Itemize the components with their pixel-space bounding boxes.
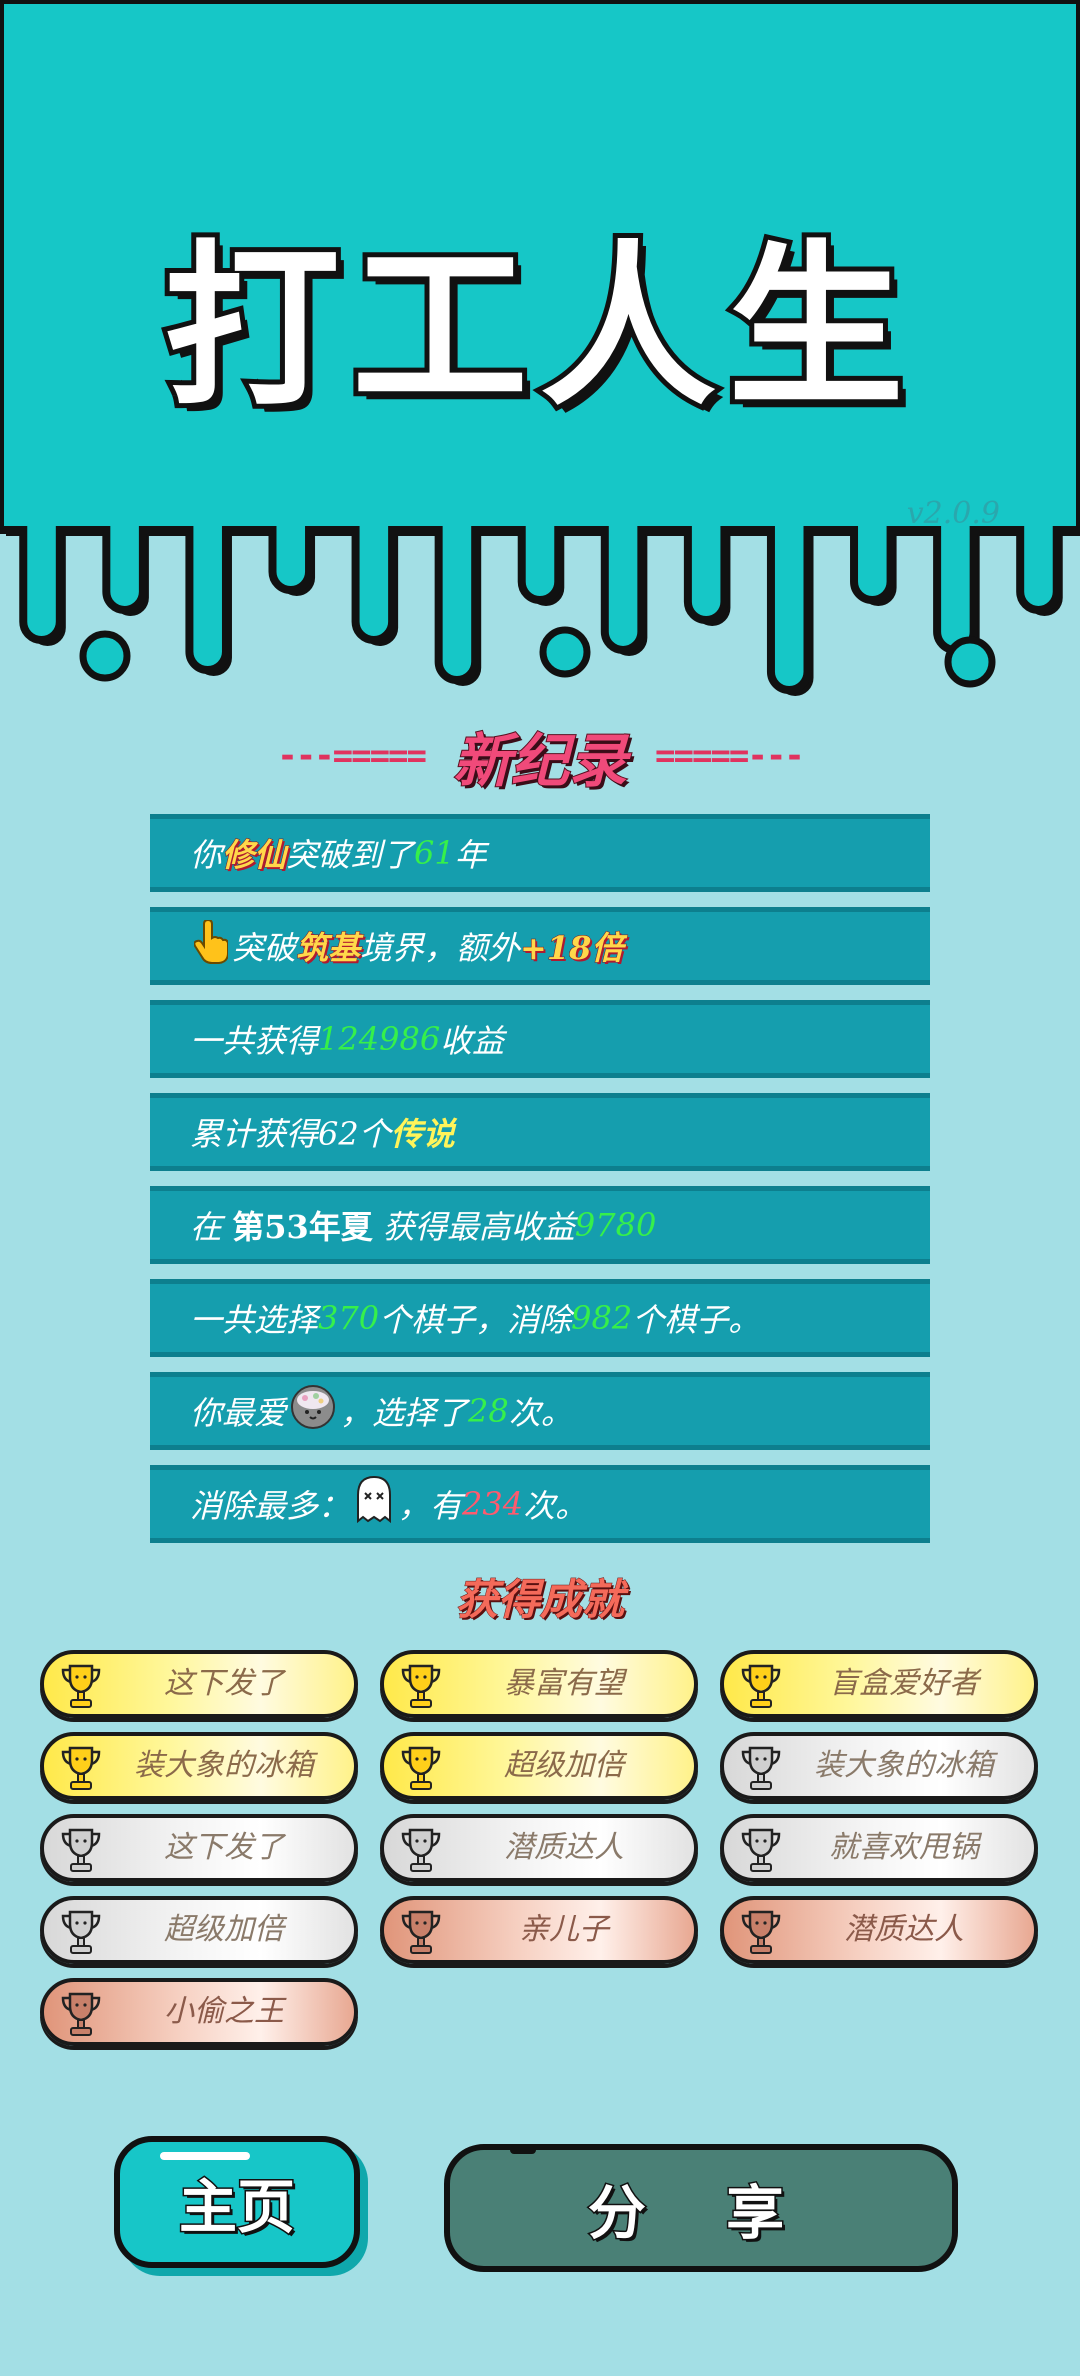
stat-value: 234 — [462, 1485, 524, 1523]
button-shine — [510, 2146, 536, 2154]
achievement-badge: 这下发了 — [40, 1650, 358, 1718]
achievement-label: 这下发了 — [164, 1666, 284, 1701]
drip-dot — [79, 630, 131, 682]
trophy-icon — [741, 1664, 781, 1708]
stat-row-legendary: 累计获得62个 传说 — [150, 1093, 930, 1171]
stat-text: 收益 — [440, 1022, 505, 1060]
trophy-icon — [401, 1828, 441, 1872]
drip-dot — [539, 626, 591, 678]
stat-row-best-income: 在 第53年夏 获得最高收益 9780 — [150, 1186, 930, 1264]
stat-text: ，选择了 — [340, 1394, 469, 1432]
trophy-icon — [61, 1828, 101, 1872]
stat-row-pieces: 一共选择 370 个棋子，消除 982 个棋子。 — [150, 1279, 930, 1357]
stat-text: 获得最高收益 — [382, 1208, 575, 1246]
trophy-icon — [401, 1910, 441, 1954]
stat-text: 个棋子。 — [632, 1301, 761, 1339]
stat-text: 一共选择 — [190, 1301, 319, 1339]
trophy-icon — [61, 1992, 101, 2036]
drip-dot — [944, 636, 996, 688]
share-button[interactable]: 分 享 — [444, 2144, 958, 2272]
achievements-title: 获得成就 — [455, 1575, 624, 1625]
version-label: v2.0.9 — [906, 496, 1000, 531]
stat-value: 传说 — [390, 1115, 455, 1153]
trophy-icon — [741, 1910, 781, 1954]
stat-text: ，有 — [398, 1487, 463, 1525]
achievement-badge: 装大象的冰箱 — [40, 1732, 358, 1800]
stat-row-most-eliminated: 消除最多： ，有 234 次。 — [150, 1465, 930, 1543]
stat-period: 第53年夏 — [232, 1208, 373, 1246]
button-shine — [160, 2152, 250, 2160]
home-button-label: 主页 — [177, 2172, 296, 2243]
stat-row-breakthrough: 突破 筑基 境界，额外 +18倍 — [150, 907, 930, 985]
stat-value: 370 — [318, 1299, 380, 1337]
stat-text: 年 — [454, 836, 487, 874]
achievement-badge: 超级加倍 — [40, 1896, 358, 1964]
achievement-badge: 潜质达人 — [720, 1896, 1038, 1964]
achievement-label: 超级加倍 — [504, 1748, 624, 1783]
achievement-badge: 小偷之王 — [40, 1978, 358, 2046]
stat-tag: 筑基 — [296, 929, 361, 968]
achievement-label: 超级加倍 — [164, 1912, 284, 1947]
stat-text: 在 — [190, 1208, 223, 1246]
achievement-badge: 超级加倍 — [380, 1732, 698, 1800]
trophy-icon — [401, 1746, 441, 1790]
achievement-badge: 盲盒爱好者 — [720, 1650, 1038, 1718]
trophy-icon — [741, 1828, 781, 1872]
trophy-icon — [61, 1910, 101, 1954]
achievement-label: 暴富有望 — [504, 1666, 624, 1701]
achievement-badge: 装大象的冰箱 — [720, 1732, 1038, 1800]
record-deco-right: =====--- — [655, 736, 805, 776]
rice-ball-icon — [290, 1384, 336, 1438]
achievement-label: 盲盒爱好者 — [829, 1666, 979, 1701]
trophy-icon — [61, 1664, 101, 1708]
stat-value: 9780 — [574, 1206, 657, 1244]
stat-value: 28 — [468, 1392, 509, 1430]
stat-text: 消除最多： — [190, 1487, 351, 1525]
stat-text: 突破 — [232, 929, 297, 967]
achievement-label: 装大象的冰箱 — [814, 1748, 994, 1783]
share-button-label: 分 享 — [586, 2178, 815, 2249]
home-button[interactable]: 主页 — [114, 2136, 360, 2268]
ghost-icon — [354, 1475, 394, 1533]
stat-text: 累计获得62个 — [190, 1115, 391, 1153]
achievement-label: 就喜欢甩锅 — [829, 1830, 979, 1865]
achievement-badge: 潜质达人 — [380, 1814, 698, 1882]
achievement-label: 这下发了 — [164, 1830, 284, 1865]
trophy-icon — [401, 1664, 441, 1708]
pointing-hand-icon — [193, 918, 229, 972]
achievement-label: 小偷之王 — [164, 1994, 284, 2029]
stat-row-total-income: 一共获得 124986 收益 — [150, 1000, 930, 1078]
achievement-label: 潜质达人 — [504, 1830, 624, 1865]
stat-value: 61 — [414, 834, 455, 872]
achievement-badge: 暴富有望 — [380, 1650, 698, 1718]
record-deco-left: ---===== — [277, 736, 427, 776]
stat-text: 你最爱 — [190, 1394, 287, 1432]
stat-text: 一共获得 — [190, 1022, 319, 1060]
stat-value: +18倍 — [520, 929, 624, 968]
new-record-header: ---===== 新纪录 =====--- — [0, 716, 1080, 796]
stat-row-favorite: 你最爱 ，选择了 28 次。 — [150, 1372, 930, 1450]
achievement-badge: 这下发了 — [40, 1814, 358, 1882]
trophy-icon — [741, 1746, 781, 1790]
stat-text: 个棋子，消除 — [379, 1301, 572, 1339]
stat-text: 突破到了 — [286, 836, 415, 874]
stat-text: 境界，额外 — [360, 929, 521, 967]
stat-text: 次。 — [523, 1487, 588, 1525]
game-title: 打工人生 — [159, 225, 916, 430]
achievement-label: 亲儿子 — [519, 1912, 609, 1947]
new-record-title: 新纪录 — [452, 726, 628, 796]
stat-value: 982 — [571, 1299, 633, 1337]
stat-text: 次。 — [508, 1394, 573, 1432]
stat-text: 你 — [190, 836, 223, 874]
stats-list: 你 修仙 突破到了 61 年 突破 筑基 境界，额外 +18倍 一共获得 124… — [150, 814, 930, 1558]
achievement-label: 潜质达人 — [844, 1912, 964, 1947]
stat-value: 124986 — [318, 1020, 441, 1058]
stat-tag: 修仙 — [222, 836, 287, 875]
achievement-badge: 就喜欢甩锅 — [720, 1814, 1038, 1882]
stat-row-cultivation: 你 修仙 突破到了 61 年 — [150, 814, 930, 892]
trophy-icon — [61, 1746, 101, 1790]
achievement-label: 装大象的冰箱 — [134, 1748, 314, 1783]
achievement-badge: 亲儿子 — [380, 1896, 698, 1964]
